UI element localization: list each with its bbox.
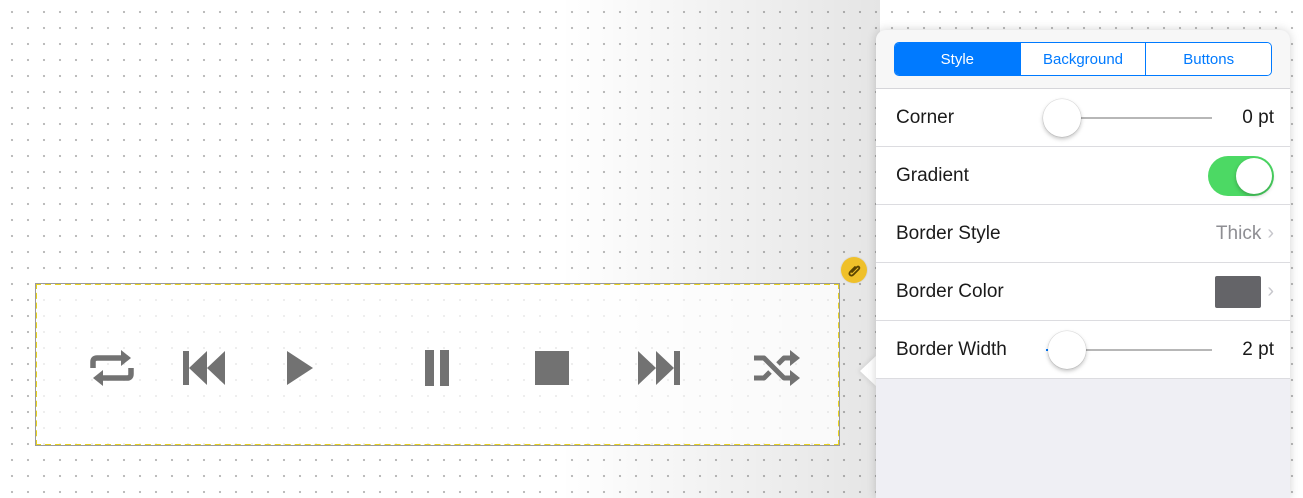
- corner-slider-knob[interactable]: [1043, 99, 1081, 137]
- tab-style[interactable]: Style: [895, 43, 1021, 75]
- style-popover: Style Background Buttons Corner 0 pt Gra…: [876, 30, 1290, 498]
- corner-value: 0 pt: [1242, 106, 1274, 128]
- tab-buttons[interactable]: Buttons: [1146, 43, 1271, 75]
- settings-list: Corner 0 pt Gradient Border Style Thick …: [876, 89, 1290, 379]
- gradient-label: Gradient: [896, 164, 969, 186]
- border-color-row[interactable]: Border Color ›: [876, 263, 1290, 321]
- border-style-label: Border Style: [896, 222, 1001, 244]
- skip-forward-icon[interactable]: [627, 343, 691, 393]
- corner-slider[interactable]: [1043, 99, 1212, 137]
- gradient-toggle-knob: [1236, 157, 1272, 194]
- border-width-row: Border Width 2 pt: [876, 321, 1290, 379]
- link-badge-icon[interactable]: [841, 257, 867, 283]
- chevron-right-icon: ›: [1267, 280, 1274, 302]
- border-width-label: Border Width: [896, 338, 1007, 360]
- gradient-row: Gradient: [876, 147, 1290, 205]
- border-style-row[interactable]: Border Style Thick ›: [876, 205, 1290, 263]
- border-color-swatch[interactable]: [1215, 275, 1262, 308]
- stop-icon[interactable]: [520, 343, 584, 393]
- corner-row: Corner 0 pt: [876, 89, 1290, 147]
- pause-icon[interactable]: [405, 343, 469, 393]
- border-width-slider[interactable]: [1046, 331, 1212, 369]
- gradient-toggle[interactable]: [1208, 155, 1274, 196]
- border-width-slider-knob[interactable]: [1048, 331, 1086, 369]
- border-color-label: Border Color: [896, 280, 1004, 302]
- chevron-right-icon: ›: [1267, 222, 1274, 244]
- border-width-value: 2 pt: [1242, 338, 1274, 360]
- skip-back-icon[interactable]: [172, 343, 236, 393]
- play-icon[interactable]: [265, 343, 329, 393]
- shuffle-icon[interactable]: [745, 343, 809, 393]
- corner-label: Corner: [896, 106, 955, 128]
- repeat-icon[interactable]: [80, 343, 144, 393]
- popover-arrow: [860, 355, 877, 387]
- media-controls-widget[interactable]: [35, 283, 840, 446]
- segment-bar: Style Background Buttons: [876, 30, 1290, 89]
- border-style-value: Thick: [1215, 222, 1262, 244]
- tab-background[interactable]: Background: [1020, 43, 1147, 75]
- segmented-control: Style Background Buttons: [894, 42, 1272, 76]
